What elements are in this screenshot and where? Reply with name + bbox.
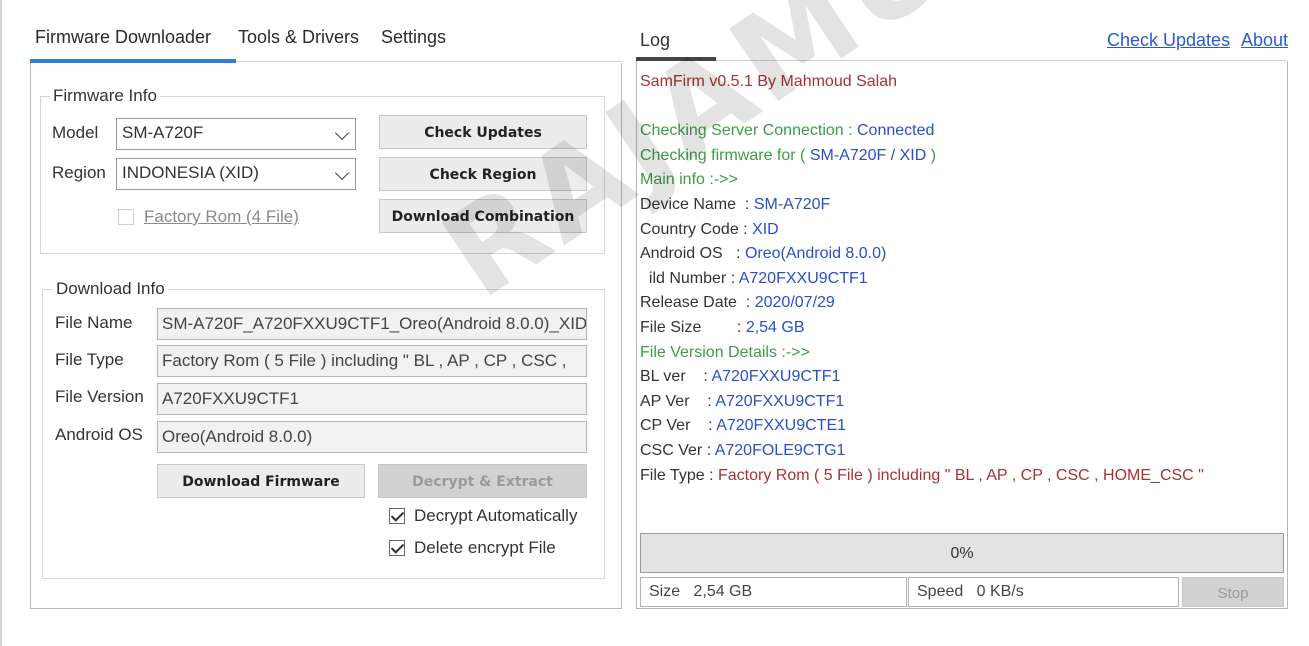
log-line: BL ver : A720FXXU9CTF1	[640, 365, 1280, 390]
log-segment: Factory Rom ( 5 File ) including " BL , …	[717, 466, 1204, 484]
file-name-field[interactable]: SM-A720F_A720FXXU9CTF1_Oreo(Android 8.0.…	[157, 308, 587, 340]
log-segment: XID	[752, 220, 779, 238]
log-segment: )	[926, 146, 937, 164]
chevron-down-icon	[334, 165, 350, 181]
checkmark-icon	[390, 508, 405, 522]
delete-encrypt-file-label: Delete encrypt File	[414, 538, 556, 557]
log-line: Release Date : 2020/07/29	[640, 291, 1280, 316]
chevron-down-icon	[334, 125, 350, 141]
size-label: Size	[649, 583, 681, 600]
log-line: File Type : Factory Rom ( 5 File ) inclu…	[640, 464, 1280, 489]
window-left-edge	[0, 0, 2, 646]
file-type-field[interactable]: Factory Rom ( 5 File ) including " BL , …	[157, 345, 587, 377]
speed-value: 0 KB/s	[976, 583, 1024, 600]
log-segment: SM-A720F	[753, 195, 831, 213]
log-line: ild Number : A720FXXU9CTF1	[640, 267, 1280, 292]
log-segment: Country Code :	[640, 220, 753, 238]
log-segment: SM-A720F / XID	[809, 146, 927, 164]
log-segment: Device Name :	[640, 195, 754, 213]
region-value: INDONESIA (XID)	[122, 163, 259, 182]
log-segment: 2020/07/29	[754, 294, 835, 312]
android-os-field[interactable]: Oreo(Android 8.0.0)	[157, 421, 587, 453]
log-segment: Main info :->>	[640, 171, 738, 189]
log-line: Main info :->>	[640, 168, 1280, 193]
log-segment: A720FXXU9CTF1	[738, 269, 868, 287]
delete-encrypt-file-checkbox[interactable]	[389, 540, 405, 556]
about-link[interactable]: About	[1241, 30, 1288, 51]
checkmark-icon	[390, 540, 405, 554]
log-segment: A720FXXU9CTF1	[715, 392, 845, 410]
region-select[interactable]: INDONESIA (XID)	[116, 158, 356, 190]
log-line: Device Name : SM-A720F	[640, 193, 1280, 218]
log-line: CP Ver : A720FXXU9CTE1	[640, 414, 1280, 439]
log-line: File Version Details :->>	[640, 341, 1280, 366]
log-segment: File Version Details :->>	[640, 343, 810, 361]
firmware-info-title: Firmware Info	[50, 86, 160, 106]
log-segment: BL ver :	[640, 368, 712, 386]
log-line: CSC Ver : A720FOLE9CTG1	[640, 439, 1280, 464]
log-line: SamFirm v0.5.1 By Mahmoud Salah	[640, 70, 1280, 95]
speed-status: Speed 0 KB/s	[908, 577, 1179, 607]
log-segment: CSC Ver :	[640, 441, 715, 459]
check-updates-button[interactable]: Check Updates	[379, 115, 587, 149]
log-segment: Android OS :	[640, 245, 745, 263]
file-name-label: File Name	[55, 313, 133, 332]
tab-settings[interactable]: Settings	[381, 27, 446, 48]
log-line: Checking firmware for ( SM-A720F / XID )	[640, 144, 1280, 169]
model-value: SM-A720F	[122, 123, 204, 142]
download-progress-bar: 0%	[640, 533, 1284, 573]
log-segment: Release Date :	[640, 294, 755, 312]
log-segment: File Size :	[640, 318, 746, 336]
android-os-label: Android OS	[55, 425, 143, 444]
log-segment: Checking firmware for (	[640, 146, 810, 164]
log-line: Country Code : XID	[640, 218, 1280, 243]
download-firmware-button[interactable]: Download Firmware	[157, 464, 365, 498]
log-segment: CP Ver :	[640, 417, 717, 435]
check-region-button[interactable]: Check Region	[379, 157, 587, 191]
size-status: Size 2,54 GB	[640, 577, 907, 607]
log-segment: AP Ver :	[640, 392, 716, 410]
factory-rom-label: Factory Rom (4 File)	[144, 207, 299, 226]
log-segment: ild Number :	[640, 269, 739, 287]
tab-strip-divider	[236, 61, 622, 62]
log-line: AP Ver : A720FXXU9CTF1	[640, 390, 1280, 415]
log-segment: Oreo(Android 8.0.0)	[744, 245, 887, 263]
download-combination-button[interactable]: Download Combination	[379, 199, 587, 233]
log-segment: Checking Server Connection :	[640, 122, 857, 140]
speed-label: Speed	[917, 583, 964, 600]
log-output: SamFirm v0.5.1 By Mahmoud Salah Checking …	[640, 70, 1280, 488]
factory-rom-checkbox[interactable]	[118, 209, 134, 225]
decrypt-automatically-label: Decrypt Automatically	[414, 506, 578, 525]
log-line: Android OS : Oreo(Android 8.0.0)	[640, 242, 1280, 267]
file-type-label: File Type	[55, 350, 124, 369]
log-segment: SamFirm v0.5.1 By Mahmoud Salah	[640, 73, 897, 90]
log-segment: File Type :	[640, 466, 718, 484]
tab-log[interactable]: Log	[640, 30, 670, 51]
log-line: File Size : 2,54 GB	[640, 316, 1280, 341]
progress-percent: 0%	[950, 545, 974, 562]
check-updates-link[interactable]: Check Updates	[1107, 30, 1230, 51]
log-line: Checking Server Connection : Connected	[640, 119, 1280, 144]
file-version-label: File Version	[55, 387, 144, 406]
size-value: 2,54 GB	[693, 583, 753, 600]
log-segment: Connected	[857, 122, 935, 140]
log-segment: 2,54 GB	[745, 318, 805, 336]
tab-tools-drivers[interactable]: Tools & Drivers	[238, 27, 359, 48]
region-label: Region	[52, 163, 106, 182]
model-label: Model	[52, 123, 99, 142]
model-select[interactable]: SM-A720F	[116, 118, 356, 150]
decrypt-automatically-checkbox[interactable]	[389, 508, 405, 524]
decrypt-extract-button[interactable]: Decrypt & Extract	[378, 464, 587, 498]
log-segment: A720FXXU9CTF1	[711, 368, 841, 386]
log-segment: A720FOLE9CTG1	[714, 441, 846, 459]
tab-firmware-downloader[interactable]: Firmware Downloader	[35, 27, 211, 48]
file-version-field[interactable]: A720FXXU9CTF1	[157, 383, 587, 415]
stop-button[interactable]: Stop	[1182, 577, 1284, 607]
download-info-title: Download Info	[53, 279, 168, 299]
log-segment: A720FXXU9CTE1	[716, 417, 847, 435]
